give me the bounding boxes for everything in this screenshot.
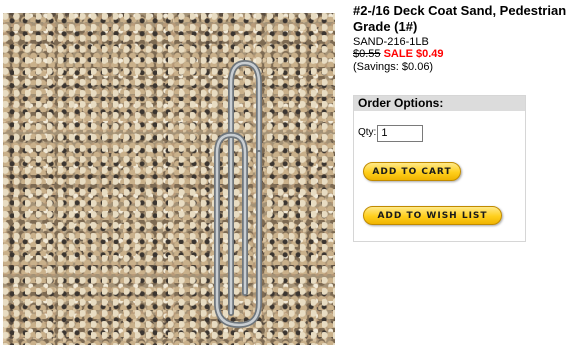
add-to-cart-button[interactable]: ADD TO CART [363, 162, 461, 181]
quantity-input[interactable] [377, 124, 424, 142]
product-title: #2-/16 Deck Coat Sand, Pedestrian Grade … [353, 3, 567, 34]
paper-clip-icon [214, 59, 262, 329]
original-price: $0.55 [353, 48, 381, 60]
product-page: #2-/16 Deck Coat Sand, Pedestrian Grade … [0, 0, 582, 356]
sale-price: SALE $0.49 [383, 48, 444, 60]
product-image[interactable] [3, 13, 335, 345]
qty-label: Qty: [358, 127, 377, 138]
order-options-box: Order Options: Qty: ADD TO CART ADD TO W… [353, 95, 526, 242]
order-options-header: Order Options: [354, 96, 525, 111]
savings-text: (Savings: $0.06) [353, 61, 434, 73]
add-to-wishlist-button[interactable]: ADD TO WISH LIST [363, 206, 502, 225]
quantity-row: Qty: [358, 124, 424, 142]
price-line: $0.55 SALE $0.49 [353, 48, 444, 61]
